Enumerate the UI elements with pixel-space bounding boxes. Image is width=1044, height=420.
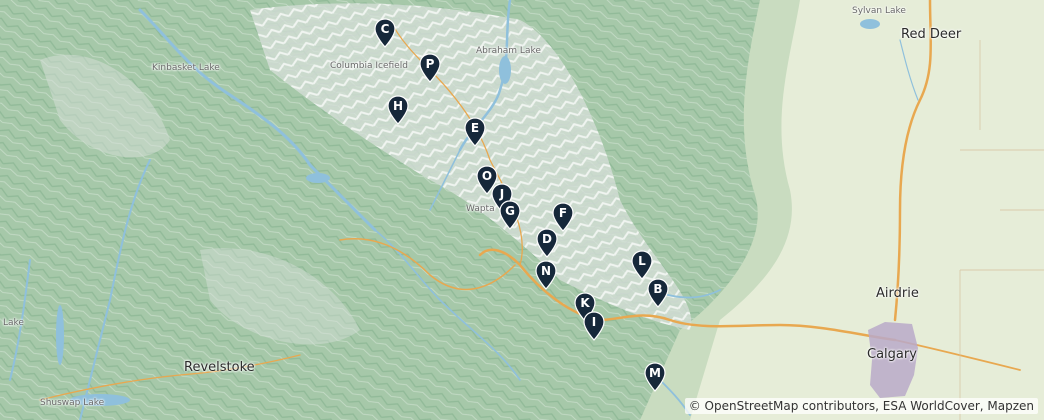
map-marker-m[interactable]: M — [644, 362, 666, 392]
map-marker-e[interactable]: E — [464, 117, 486, 147]
map-marker-b[interactable]: B — [647, 278, 669, 308]
place-label-red-deer: Red Deer — [901, 27, 962, 42]
map-marker-i[interactable]: I — [583, 311, 605, 341]
map-marker-d[interactable]: D — [536, 228, 558, 258]
place-label-revelstoke: Revelstoke — [184, 360, 255, 375]
map-marker-label: C — [380, 22, 390, 36]
map-marker-label: D — [542, 232, 552, 246]
place-label-sylvan-lake: Sylvan Lake — [852, 6, 906, 16]
place-label-airdrie: Airdrie — [876, 286, 919, 301]
map-marker-label: L — [638, 254, 646, 268]
map-marker-label: K — [580, 296, 590, 310]
map-marker-p[interactable]: P — [419, 53, 441, 83]
map-marker-label: B — [653, 282, 663, 296]
map-marker-label: G — [505, 204, 515, 218]
map-marker-label: M — [649, 366, 661, 380]
map-marker-label: J — [499, 187, 505, 201]
place-label-lake: Lake — [3, 318, 24, 328]
place-label-abraham-lake: Abraham Lake — [476, 46, 541, 56]
map-marker-label: P — [425, 57, 435, 71]
map-canvas[interactable]: Red Deer Sylvan Lake Airdrie Calgary Rev… — [0, 0, 1044, 420]
place-label-shuswap-lake: Shuswap Lake — [40, 398, 105, 408]
map-marker-label: O — [481, 169, 493, 183]
map-marker-l[interactable]: L — [631, 250, 653, 280]
map-marker-label: H — [392, 99, 404, 113]
map-marker-n[interactable]: N — [535, 260, 557, 290]
map-marker-h[interactable]: H — [387, 95, 409, 125]
place-label-kinbasket-lake: Kinbasket Lake — [152, 63, 220, 73]
map-attribution[interactable]: © OpenStreetMap contributors, ESA WorldC… — [684, 398, 1038, 414]
map-marker-label: E — [470, 121, 480, 135]
map-marker-c[interactable]: C — [374, 18, 396, 48]
map-marker-label: I — [591, 315, 597, 329]
place-label-columbia-icefield: Columbia Icefield — [330, 61, 408, 71]
map-marker-label: N — [540, 264, 552, 278]
map-marker-g[interactable]: G — [499, 200, 521, 230]
place-label-calgary: Calgary — [867, 347, 917, 362]
map-marker-label: F — [558, 206, 568, 220]
